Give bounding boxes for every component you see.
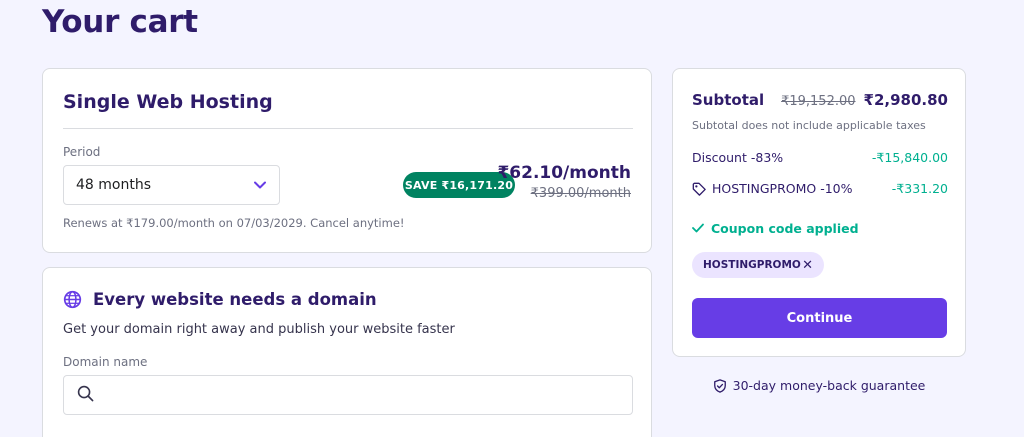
- domain-name-input[interactable]: [104, 387, 619, 403]
- tax-note: Subtotal does not include applicable tax…: [692, 119, 926, 132]
- plan-card: Single Web Hosting Period 48 months SAVE…: [42, 68, 652, 253]
- guarantee-text: 30-day money-back guarantee: [732, 378, 926, 393]
- plan-old-price: ₹399.00/month: [530, 186, 631, 201]
- shield-check-icon: [713, 378, 727, 393]
- chevron-down-icon: [253, 178, 267, 192]
- domain-card: Every website needs a domain Get your do…: [42, 267, 652, 437]
- discount-value: -₹15,840.00: [871, 150, 948, 165]
- subtotal-price: ₹2,980.80: [863, 91, 948, 109]
- globe-icon: [63, 290, 82, 309]
- period-select[interactable]: 48 months: [63, 165, 280, 205]
- divider: [63, 128, 633, 129]
- close-icon[interactable]: ✕: [802, 258, 813, 273]
- promo-label-wrap: HOSTINGPROMO -10%: [692, 181, 892, 196]
- plan-price: ₹62.10/month: [497, 163, 631, 183]
- subtotal-old-price: ₹19,152.00: [781, 94, 856, 109]
- renew-text: Renews at ₹179.00/month on 07/03/2029. C…: [63, 216, 405, 230]
- subtotal-row: Subtotal ₹19,152.00 ₹2,980.80: [692, 91, 948, 109]
- coupon-applied-message: Coupon code applied: [692, 221, 859, 236]
- coupon-applied-text: Coupon code applied: [711, 221, 859, 236]
- domain-subtitle: Get your domain right away and publish y…: [63, 322, 455, 337]
- discount-label: Discount -83%: [692, 150, 784, 165]
- promo-value: -₹331.20: [891, 181, 948, 196]
- subtotal-label: Subtotal: [692, 91, 765, 109]
- continue-button[interactable]: Continue: [692, 298, 947, 338]
- page-title: Your cart: [42, 4, 198, 40]
- period-label: Period: [63, 145, 101, 159]
- order-summary-card: Subtotal ₹19,152.00 ₹2,980.80 Subtotal d…: [672, 68, 966, 357]
- domain-input-label: Domain name: [63, 355, 148, 369]
- coupon-chip: HOSTINGPROMO ✕: [692, 252, 824, 278]
- domain-title: Every website needs a domain: [93, 290, 377, 309]
- discount-row: Discount -83% -₹15,840.00: [692, 150, 948, 165]
- coupon-chip-label: HOSTINGPROMO: [703, 259, 801, 271]
- plan-name: Single Web Hosting: [63, 91, 273, 113]
- promo-row: HOSTINGPROMO -10% -₹331.20: [692, 181, 948, 196]
- domain-search-box[interactable]: [63, 375, 633, 415]
- period-value: 48 months: [76, 177, 151, 193]
- tag-icon: [692, 182, 706, 196]
- domain-header: Every website needs a domain: [63, 290, 377, 309]
- search-icon: [77, 385, 94, 406]
- check-icon: [692, 221, 704, 236]
- money-back-guarantee: 30-day money-back guarantee: [672, 378, 966, 393]
- promo-label: HOSTINGPROMO -10%: [712, 181, 853, 196]
